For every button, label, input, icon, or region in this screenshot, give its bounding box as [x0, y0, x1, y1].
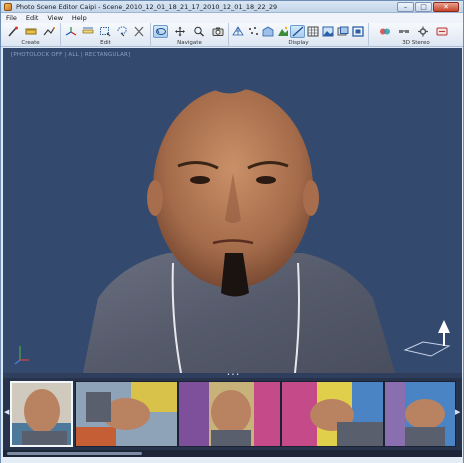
maximize-button[interactable]: □ — [415, 2, 432, 12]
stereo-glasses-icon[interactable] — [396, 25, 411, 38]
grid-icon[interactable] — [305, 25, 320, 38]
anaglyph-icon[interactable] — [377, 25, 392, 38]
photo-filmstrip[interactable]: ◀ ▶ — [3, 378, 462, 450]
3d-viewport[interactable]: [PHOTOLOCK OFF | ALL | RECTANGULAR] — [3, 48, 462, 373]
photo-thumbnail[interactable] — [10, 381, 73, 447]
title-bar[interactable]: Photo Scene Editor Caipi - Scene_2010_12… — [1, 1, 463, 13]
photo-thumbnail[interactable] — [178, 381, 281, 447]
filmstrip-scrollbar[interactable] — [3, 450, 462, 457]
mesh-icon[interactable] — [260, 25, 275, 38]
splitter-grip-icon[interactable]: • • • — [227, 373, 239, 378]
photo-thumbnail[interactable] — [281, 381, 384, 447]
delete-icon[interactable] — [131, 25, 146, 38]
window-controls: – □ ✕ — [397, 2, 459, 12]
menu-view[interactable]: View — [47, 13, 62, 23]
navigate-group-label: Navigate — [177, 40, 202, 46]
status-bar — [1, 457, 463, 463]
filmstrip-scroll-right-icon[interactable]: ▶ — [455, 408, 460, 416]
stereo-mode-icon[interactable] — [434, 25, 449, 38]
select-region-icon[interactable] — [97, 25, 112, 38]
scene-model — [14, 57, 451, 373]
wireframe-icon[interactable] — [230, 25, 245, 38]
edit-group: Edit — [61, 23, 151, 47]
display-group: Display — [229, 23, 369, 47]
tape-measure-icon[interactable] — [23, 25, 38, 38]
stereo-group-label: 3D Stereo — [402, 40, 430, 46]
orbit-icon[interactable] — [153, 25, 168, 38]
scrollbar-thumb[interactable] — [7, 452, 142, 455]
stereo-group: 3D Stereo — [369, 23, 463, 47]
pan-icon[interactable] — [172, 25, 187, 38]
coordinate-axes-icon[interactable] — [63, 25, 78, 38]
textured-icon[interactable] — [275, 25, 290, 38]
ribbon-toolbar: Create Edit Navigate Display 3D Stereo — [1, 23, 463, 47]
frame-icon[interactable] — [350, 25, 365, 38]
zoom-icon[interactable] — [191, 25, 206, 38]
menu-bar: File Edit View Help — [1, 13, 463, 23]
minimize-button[interactable]: – — [397, 2, 414, 12]
app-window: Photo Scene Editor Caipi - Scene_2010_12… — [0, 0, 464, 463]
image-icon[interactable] — [320, 25, 335, 38]
scale-ruler-icon[interactable] — [80, 25, 95, 38]
photo-thumbnail[interactable] — [384, 381, 456, 447]
menu-file[interactable]: File — [6, 13, 17, 23]
app-logo-icon — [4, 3, 12, 11]
edit-group-label: Edit — [100, 40, 111, 46]
navigate-group: Navigate — [151, 23, 229, 47]
points-icon[interactable] — [245, 25, 260, 38]
display-group-label: Display — [288, 40, 309, 46]
draw-polyline-icon[interactable] — [41, 25, 56, 38]
close-button[interactable]: ✕ — [433, 2, 459, 12]
pick-point-icon[interactable] — [5, 25, 20, 38]
photo-thumbnail[interactable] — [75, 381, 178, 447]
menu-edit[interactable]: Edit — [26, 13, 39, 23]
create-group-label: Create — [21, 40, 40, 46]
lasso-select-icon[interactable] — [114, 25, 129, 38]
menu-help[interactable]: Help — [72, 13, 87, 23]
window-title: Photo Scene Editor Caipi - Scene_2010_12… — [16, 3, 278, 11]
slice-icon[interactable] — [290, 25, 305, 38]
create-group: Create — [1, 23, 61, 47]
filmstrip-scroll-left-icon[interactable]: ◀ — [4, 408, 9, 416]
camera-view-icon[interactable] — [210, 25, 225, 38]
stereo-settings-icon[interactable] — [415, 25, 430, 38]
photo-overlay-icon[interactable] — [335, 25, 350, 38]
